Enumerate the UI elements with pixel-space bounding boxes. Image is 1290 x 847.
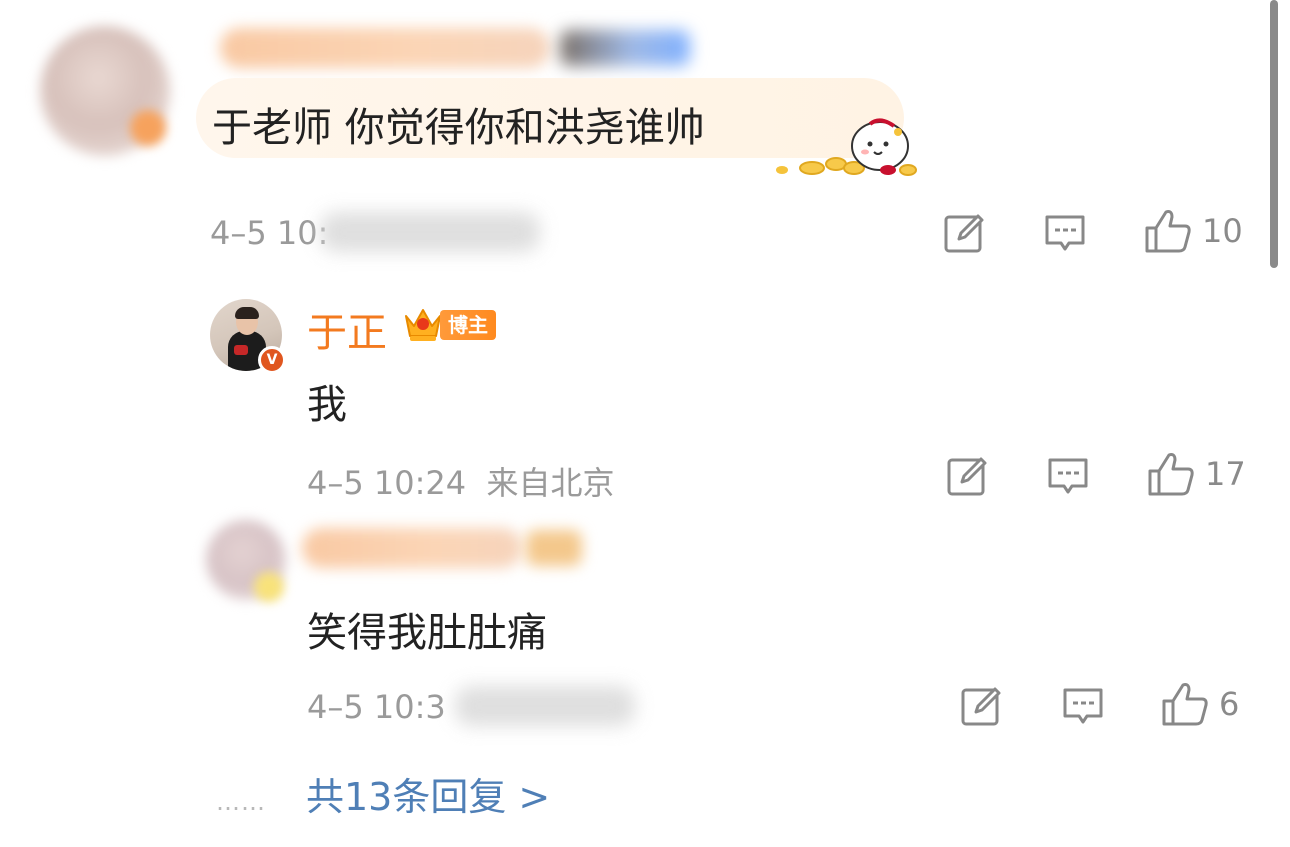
username-blurred[interactable]: [302, 528, 522, 568]
avatar-badge: [130, 110, 166, 146]
like-count: 17: [1205, 455, 1246, 493]
edit-button[interactable]: [943, 212, 985, 254]
edit-icon: [961, 687, 1001, 726]
like-button[interactable]: 17: [1147, 451, 1246, 497]
crown-icon: [405, 309, 441, 341]
reply-location-blurred: [455, 686, 635, 726]
username-blurred[interactable]: [220, 28, 550, 68]
like-count: 6: [1219, 685, 1240, 723]
thumbs-up-icon: [1145, 210, 1191, 253]
scrollbar[interactable]: [1270, 0, 1278, 268]
edit-icon: [947, 457, 987, 496]
like-count: 10: [1202, 212, 1243, 250]
reply-text: 笑得我肚肚痛: [307, 610, 547, 656]
comment-thread: 于老师 你觉得你和洪尧谁帅 4–5 10: 10 V 于正 博主 我 4–5 1…: [0, 0, 1290, 847]
dots-divider: ……: [216, 788, 266, 816]
reply-text: 我: [307, 382, 347, 428]
reply-time: 4–5 10:24 来自北京: [307, 464, 615, 502]
comment-icon: [1063, 688, 1103, 724]
comment-time: 4–5 10:: [210, 214, 329, 252]
comment-location-blurred: [320, 212, 540, 252]
comment-icon: [1045, 215, 1085, 251]
verified-icon: V: [258, 346, 286, 374]
like-button[interactable]: 6: [1161, 681, 1239, 727]
blogger-badge: 博主: [402, 304, 496, 342]
edit-button[interactable]: [960, 685, 1002, 727]
reply-location: 来自北京: [486, 464, 615, 502]
edit-button[interactable]: [946, 455, 988, 497]
view-more-replies-link[interactable]: 共13条回复 >: [306, 766, 550, 821]
mascot-decoration-icon: [776, 118, 917, 176]
like-button[interactable]: 10: [1144, 208, 1243, 254]
author-name[interactable]: 于正: [307, 300, 387, 358]
reply-button[interactable]: [1062, 685, 1104, 727]
avatar-badge: [254, 572, 284, 602]
reply-time: 4–5 10:3: [307, 688, 446, 726]
thumbs-up-icon: [1148, 453, 1194, 496]
blogger-badge-label: 博主: [440, 310, 496, 340]
edit-icon: [944, 214, 984, 253]
user-badge-blurred: [526, 530, 582, 566]
reply-button[interactable]: [1047, 455, 1089, 497]
thumbs-up-icon: [1162, 683, 1208, 726]
user-badge-blurred: [560, 30, 690, 66]
comment-text: 于老师 你觉得你和洪尧谁帅: [212, 105, 705, 151]
comment-icon: [1048, 458, 1088, 494]
reply-button[interactable]: [1044, 212, 1086, 254]
